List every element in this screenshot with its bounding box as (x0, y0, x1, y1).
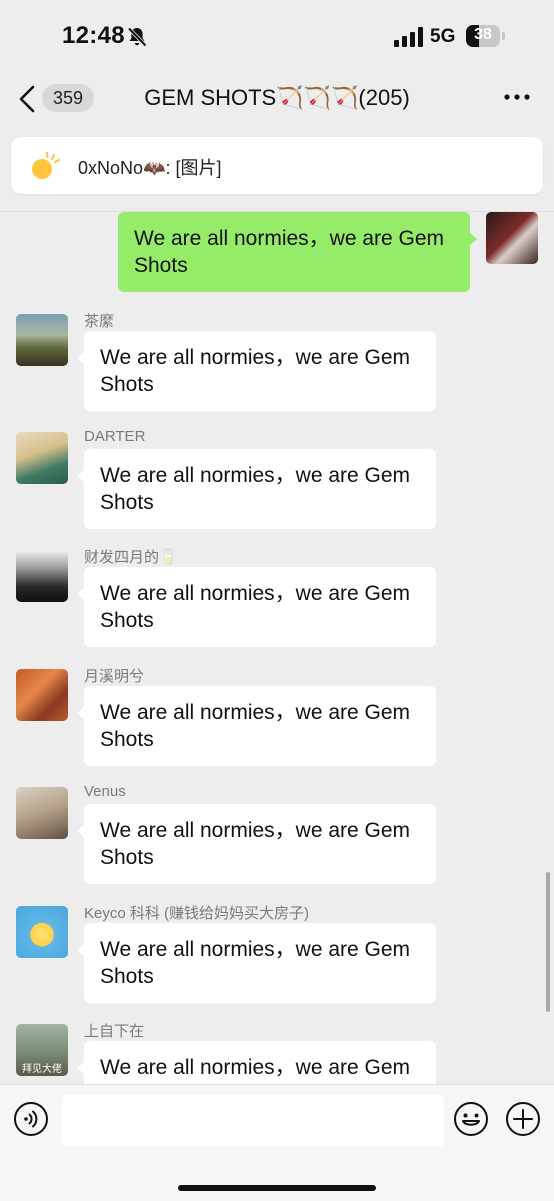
status-time: 12:48 (62, 22, 125, 49)
scrollbar[interactable] (546, 872, 550, 1012)
back-button[interactable] (14, 84, 42, 114)
chat-title: GEM SHOTS🏹🏹🏹(205) (144, 85, 410, 110)
sender-name: DARTER (84, 428, 146, 445)
more-options-button[interactable] (500, 86, 534, 108)
message-bubble[interactable]: We are all normies，we are Gem Shots (77, 449, 436, 529)
message-bubble[interactable]: We are all normies，we are Gem Shots (77, 804, 436, 884)
input-bar (0, 1084, 554, 1201)
network-type: 5G (430, 26, 456, 47)
sender-name: 财发四月的🥛 (84, 549, 178, 566)
sender-name: 上自下在 (84, 1023, 145, 1040)
bell-slash-icon (127, 27, 147, 47)
sender-name: Venus (84, 783, 126, 800)
message-text: We are all normies，we are Gem Shots (134, 227, 445, 277)
message-text: We are all normies，we are Gem Shots (100, 819, 411, 869)
avatar[interactable] (16, 906, 68, 958)
avatar[interactable] (16, 787, 68, 839)
message-text: We are all normies，we are Gem Shots (100, 938, 411, 988)
message-text: We are all normies，we are Gem Shots (100, 464, 411, 514)
message-bubble[interactable]: We are all normies，we are Gem (77, 1041, 436, 1084)
avatar[interactable] (16, 550, 68, 602)
message-bubble[interactable]: We are all normies，we are Gem Shots (77, 686, 436, 766)
my-message-bubble[interactable]: We are all normies，we are Gem Shots (118, 212, 477, 292)
message-text: We are all normies，we are Gem Shots (100, 346, 411, 396)
home-indicator (178, 1185, 376, 1191)
message-bubble[interactable]: We are all normies，we are Gem Shots (77, 331, 436, 411)
notice-text: 0xNoNo🦇: [图片] (78, 158, 222, 178)
my-avatar[interactable] (486, 212, 538, 264)
plus-circle-icon[interactable] (505, 1101, 541, 1137)
sender-name: 月溪明兮 (84, 668, 145, 685)
message-text: We are all normies，we are Gem (100, 1056, 411, 1079)
status-bar: 12:48 5G 38 (0, 0, 554, 72)
battery-percent: 38 (474, 26, 492, 43)
pinned-notice[interactable]: 0xNoNo🦇: [图片] (11, 137, 543, 194)
sender-name: 茶縻 (84, 313, 115, 330)
voice-icon[interactable] (13, 1101, 49, 1137)
unread-count-badge[interactable]: 359 (42, 84, 95, 112)
message-bubble[interactable]: We are all normies，we are Gem Shots (77, 923, 436, 1003)
avatar[interactable] (16, 314, 68, 366)
message-list[interactable]: We are all normies，we are Gem Shots 茶縻 W… (0, 212, 554, 1084)
message-text: We are all normies，we are Gem Shots (100, 582, 411, 632)
battery-icon: 38 (466, 25, 506, 48)
message-text: We are all normies，we are Gem Shots (100, 701, 411, 751)
message-bubble[interactable]: We are all normies，we are Gem Shots (77, 567, 436, 647)
avatar[interactable] (16, 432, 68, 484)
message-input[interactable] (62, 1095, 444, 1147)
avatar[interactable] (16, 669, 68, 721)
signal-icon (394, 27, 423, 47)
smiley-icon[interactable] (453, 1101, 489, 1137)
sender-name: Keyco 科科 (赚钱给妈妈买大房子) (84, 905, 310, 922)
sun-icon (32, 151, 61, 179)
avatar[interactable]: 拜见大佬 (16, 1024, 68, 1076)
avatar-caption: 拜见大佬 (22, 1064, 62, 1075)
